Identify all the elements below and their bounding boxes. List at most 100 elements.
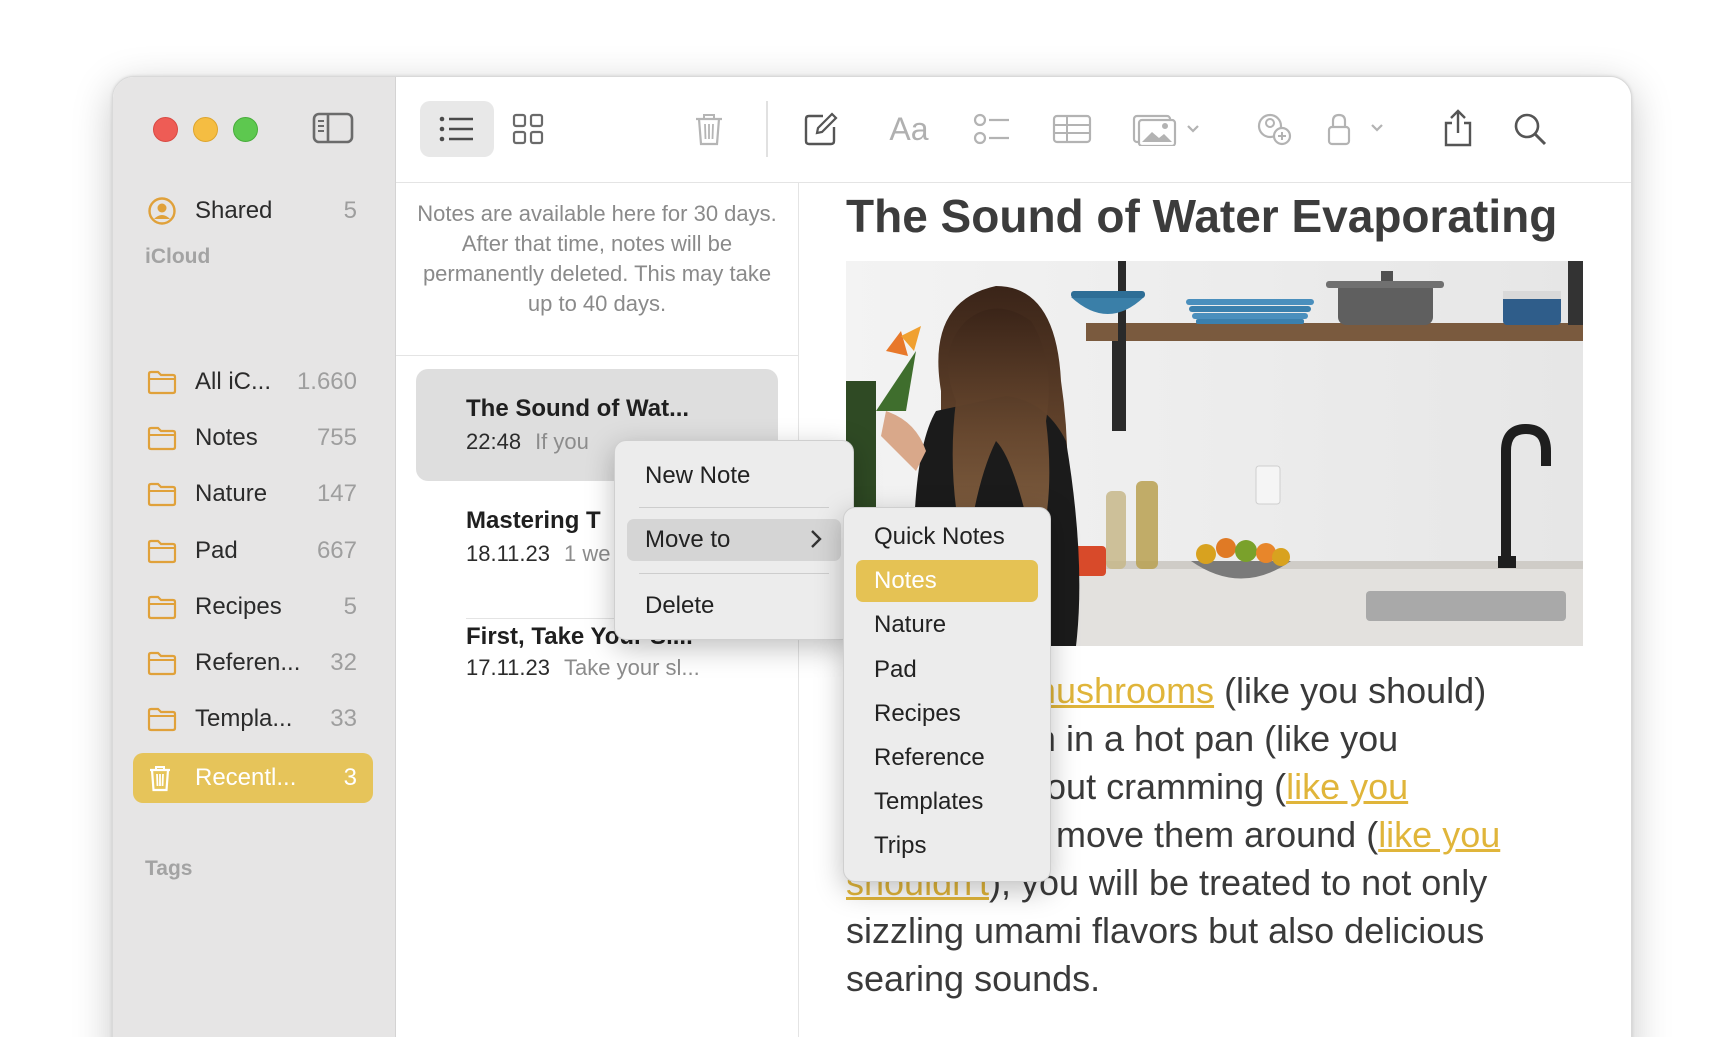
format-button[interactable]: Aa xyxy=(876,101,942,157)
folder-icon xyxy=(147,423,183,453)
person-circle-icon xyxy=(147,196,183,226)
sidebar-item-nature[interactable]: Nature 147 xyxy=(133,469,373,519)
sidebar-item-count: 147 xyxy=(316,480,357,508)
note-meta: 17.11.23 Take your sl... xyxy=(466,655,766,681)
sidebar-item-recipes[interactable]: Recipes 5 xyxy=(133,582,373,632)
checklist-button[interactable] xyxy=(964,101,1020,157)
sidebar-item-count: 33 xyxy=(330,705,357,733)
delete-button[interactable] xyxy=(681,101,737,157)
menu-item-label: Move to xyxy=(645,526,731,553)
note-date: 17.11.23 xyxy=(466,655,551,680)
note-heading: The Sound of Water Evaporating xyxy=(846,190,1558,242)
menu-item-move-to[interactable]: Move to xyxy=(627,519,841,561)
trash-info-text: Notes are available here for 30 days. Af… xyxy=(417,201,777,316)
zoom-window-button[interactable] xyxy=(233,117,258,142)
sidebar-item-count: 32 xyxy=(330,649,357,676)
menu-item-delete[interactable]: Delete xyxy=(627,585,841,627)
trash-icon xyxy=(696,114,722,146)
body-text: searing sounds. xyxy=(846,958,1101,999)
sidebar-toggle-button[interactable] xyxy=(311,111,357,147)
body-text: sizzling umami flavors but also deliciou… xyxy=(846,910,1485,951)
sidebar: Shared 5 iCloud All iC... 1.660 Notes 755 Na… xyxy=(113,77,396,1037)
sidebar-item-label: Recipes xyxy=(195,592,282,620)
note-title: The Sound of Wat... xyxy=(466,395,690,422)
note-date: 22:48 xyxy=(466,429,522,454)
sidebar-item-templa[interactable]: Templa... 33 xyxy=(133,694,373,744)
menu-separator xyxy=(639,507,829,508)
body-text: m in a hot pan (like you xyxy=(1026,718,1399,759)
collaborate-icon xyxy=(1257,113,1292,146)
menu-separator xyxy=(639,573,829,574)
sidebar-item-count: 3 xyxy=(343,764,357,791)
menu-item-new-note[interactable]: New Note xyxy=(627,455,841,497)
submenu-item-recipes[interactable]: Recipes xyxy=(856,693,1038,735)
folder-icon xyxy=(147,479,183,509)
collaborate-button[interactable] xyxy=(1246,101,1302,157)
share-button[interactable] xyxy=(1430,99,1486,157)
sidebar-item-label: Notes xyxy=(195,424,258,452)
body-text: (like you should) xyxy=(1214,670,1487,711)
sidebar-item-label: Recentl... xyxy=(195,764,297,791)
sidebar-item-pad[interactable]: Pad 667 xyxy=(133,526,373,576)
icloud-section-header: iCloud xyxy=(145,245,211,268)
list-view-icon xyxy=(439,116,473,142)
sidebar-item-label: Shared xyxy=(195,197,273,224)
folder-icon xyxy=(147,592,183,622)
sidebar-item-notes[interactable]: Notes 755 xyxy=(133,413,373,463)
table-button[interactable] xyxy=(1044,101,1100,157)
body-link[interactable]: like you xyxy=(1378,814,1500,855)
trash-icon xyxy=(147,763,183,793)
sidebar-item-recently-deleted[interactable]: Recentl... 3 xyxy=(133,753,373,803)
close-window-button[interactable] xyxy=(153,117,178,142)
sidebar-item-count: 1.660 xyxy=(296,368,357,395)
search-button[interactable] xyxy=(1502,101,1558,157)
move-to-submenu: Quick Notes Notes Nature Pad Recipes Referenc… xyxy=(843,507,1051,882)
lock-button[interactable] xyxy=(1316,101,1402,157)
body-text: ), you will be treated to not only xyxy=(988,862,1488,903)
folder-icon xyxy=(147,536,183,566)
body-text: n move them around ( xyxy=(1026,814,1379,855)
submenu-item-trips[interactable]: Trips xyxy=(856,825,1038,867)
sidebar-item-allic[interactable]: All iC... 1.660 xyxy=(133,357,373,407)
submenu-item-templates[interactable]: Templates xyxy=(856,781,1038,823)
checklist-icon xyxy=(973,113,1009,145)
body-line: sizzling umami flavors but also deliciou… xyxy=(846,907,1596,955)
note-preview: If you xyxy=(535,429,589,454)
sidebar-item-referen[interactable]: Referen... 32 xyxy=(133,638,373,688)
submenu-item-nature[interactable]: Nature xyxy=(856,604,1038,646)
table-icon xyxy=(1052,114,1092,144)
tags-section-header: Tags xyxy=(145,857,193,880)
sidebar-item-label: Referen... xyxy=(195,649,301,676)
media-button[interactable] xyxy=(1124,101,1210,157)
sidebar-item-count: 755 xyxy=(316,424,357,452)
divider xyxy=(396,355,798,356)
submenu-item-reference[interactable]: Reference xyxy=(856,737,1038,779)
sidebar-item-label: Pad xyxy=(195,536,238,564)
note-preview: Take your sl... xyxy=(564,655,700,680)
search-icon xyxy=(1514,113,1547,146)
folder-icon xyxy=(147,704,183,734)
sidebar-item-label: Templa... xyxy=(195,705,293,733)
chevron-right-icon xyxy=(809,528,823,557)
minimize-window-button[interactable] xyxy=(193,117,218,142)
share-icon xyxy=(1444,109,1472,147)
body-link[interactable]: like you xyxy=(1286,766,1408,807)
context-menu: New Note Move to Delete xyxy=(614,440,854,640)
lock-icon xyxy=(1327,113,1383,146)
sidebar-item-count: 5 xyxy=(343,592,357,620)
list-view-button[interactable] xyxy=(420,101,494,157)
submenu-item-notes[interactable]: Notes xyxy=(856,560,1038,603)
submenu-item-quick-notes[interactable]: Quick Notes xyxy=(856,516,1038,558)
gallery-view-button[interactable] xyxy=(500,101,556,157)
note-preview: 1 we xyxy=(564,541,611,566)
folder-icon xyxy=(147,367,183,397)
sidebar-item-count: 667 xyxy=(316,536,357,564)
sidebar-item-count: 5 xyxy=(343,197,357,224)
compose-button[interactable] xyxy=(793,101,849,157)
body-link[interactable]: mushrooms xyxy=(1026,670,1214,711)
submenu-item-pad[interactable]: Pad xyxy=(856,649,1038,691)
folder-icon xyxy=(147,648,183,678)
toolbar-separator xyxy=(766,101,768,157)
sidebar-item-shared[interactable]: Shared 5 xyxy=(133,186,373,236)
body-line: searing sounds. xyxy=(846,955,1596,1003)
